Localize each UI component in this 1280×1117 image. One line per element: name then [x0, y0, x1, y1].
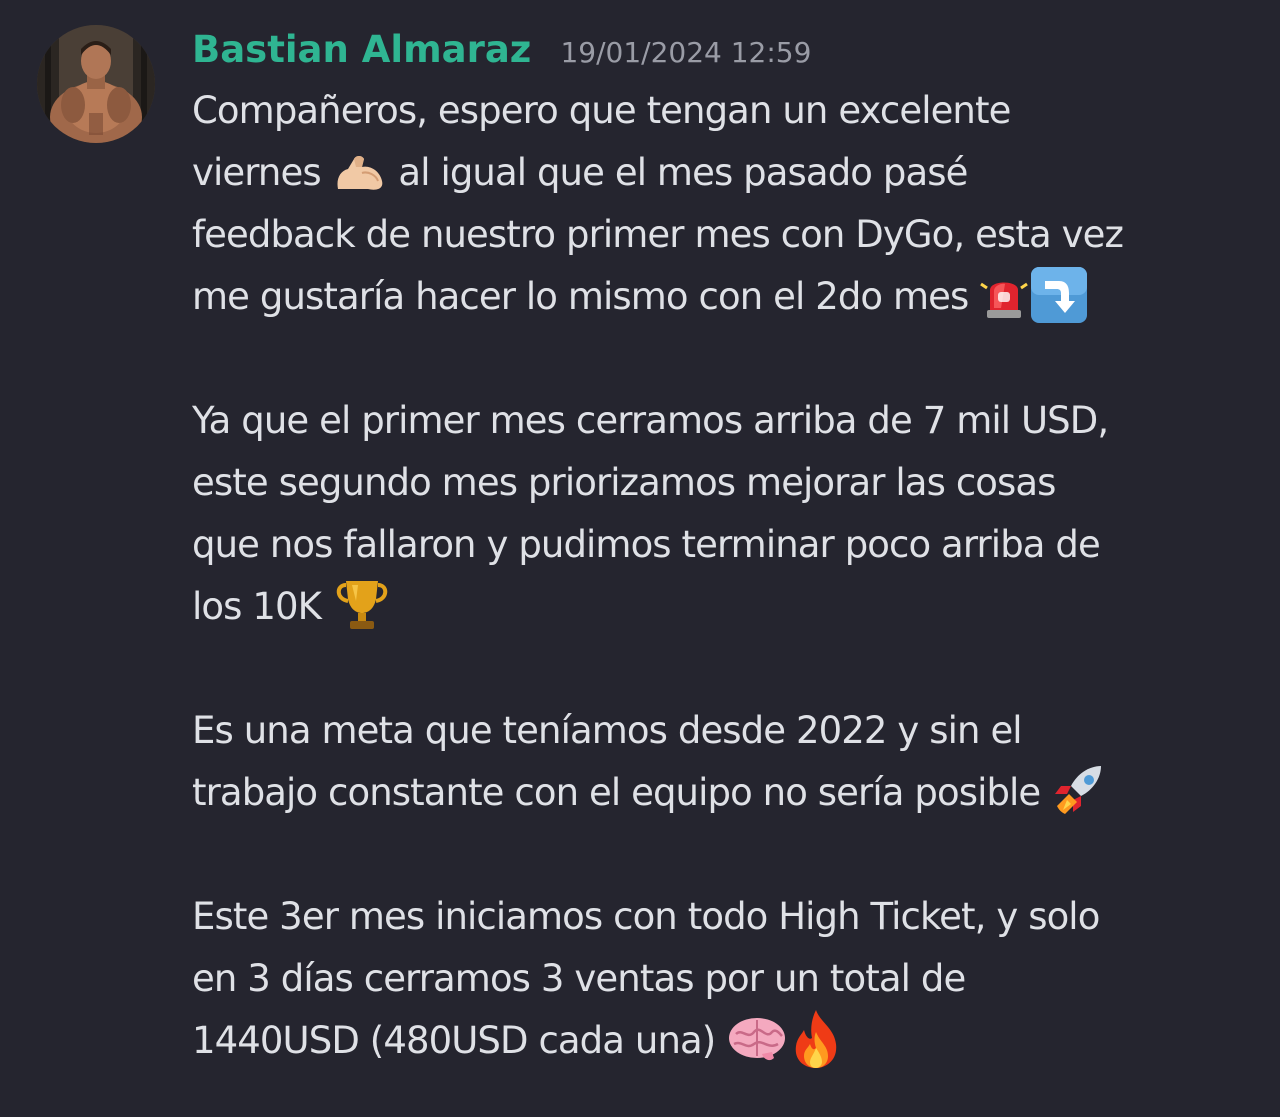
text-line: Ya que el primer mes cerramos arriba de … [192, 399, 1109, 442]
paragraph-2: Ya que el primer mes cerramos arriba de … [192, 390, 1262, 638]
text-line: Compañeros, espero que tengan un excelen… [192, 89, 1011, 132]
avatar-photo-icon [37, 25, 155, 143]
paragraph-4: Este 3er mes iniciamos con todo High Tic… [192, 886, 1262, 1072]
trophy-icon [332, 577, 392, 633]
message-body: Compañeros, espero que tengan un excelen… [192, 80, 1262, 1072]
rocket-icon [1051, 762, 1111, 820]
text-line: me gustaría hacer lo mismo con el 2do me… [192, 266, 1262, 328]
text-line: trabajo constante con el equipo no sería… [192, 762, 1262, 824]
text-line: viernes al igual que el mes pasado pasé [192, 142, 1262, 204]
text-line: 1440USD (480USD cada una) [192, 1008, 1262, 1072]
brain-icon [726, 1014, 788, 1064]
fire-icon [788, 1008, 844, 1070]
avatar[interactable] [37, 25, 155, 143]
police-light-icon [979, 270, 1029, 320]
text-line: los 10K [192, 576, 1262, 638]
flexed-biceps-icon [332, 149, 388, 193]
text-line: Este 3er mes iniciamos con todo High Tic… [192, 895, 1100, 938]
text-line: en 3 días cerramos 3 ventas por un total… [192, 957, 966, 1000]
text-line: Es una meta que teníamos desde 2022 y si… [192, 709, 1023, 752]
timestamp: 19/01/2024 12:59 [560, 36, 812, 69]
paragraph-3: Es una meta que teníamos desde 2022 y si… [192, 700, 1262, 824]
paragraph-1: Compañeros, espero que tengan un excelen… [192, 80, 1262, 328]
text-line: feedback de nuestro primer mes con DyGo,… [192, 213, 1124, 256]
chat-message: Bastian Almaraz 19/01/2024 12:59 Compañe… [0, 0, 1280, 1117]
message-header: Bastian Almaraz 19/01/2024 12:59 [192, 22, 811, 78]
text-line: este segundo mes priorizamos mejorar las… [192, 461, 1056, 504]
author-name[interactable]: Bastian Almaraz [192, 28, 531, 71]
text-line: que nos fallaron y pudimos terminar poco… [192, 523, 1101, 566]
arrow-down-right-icon [1029, 265, 1089, 325]
